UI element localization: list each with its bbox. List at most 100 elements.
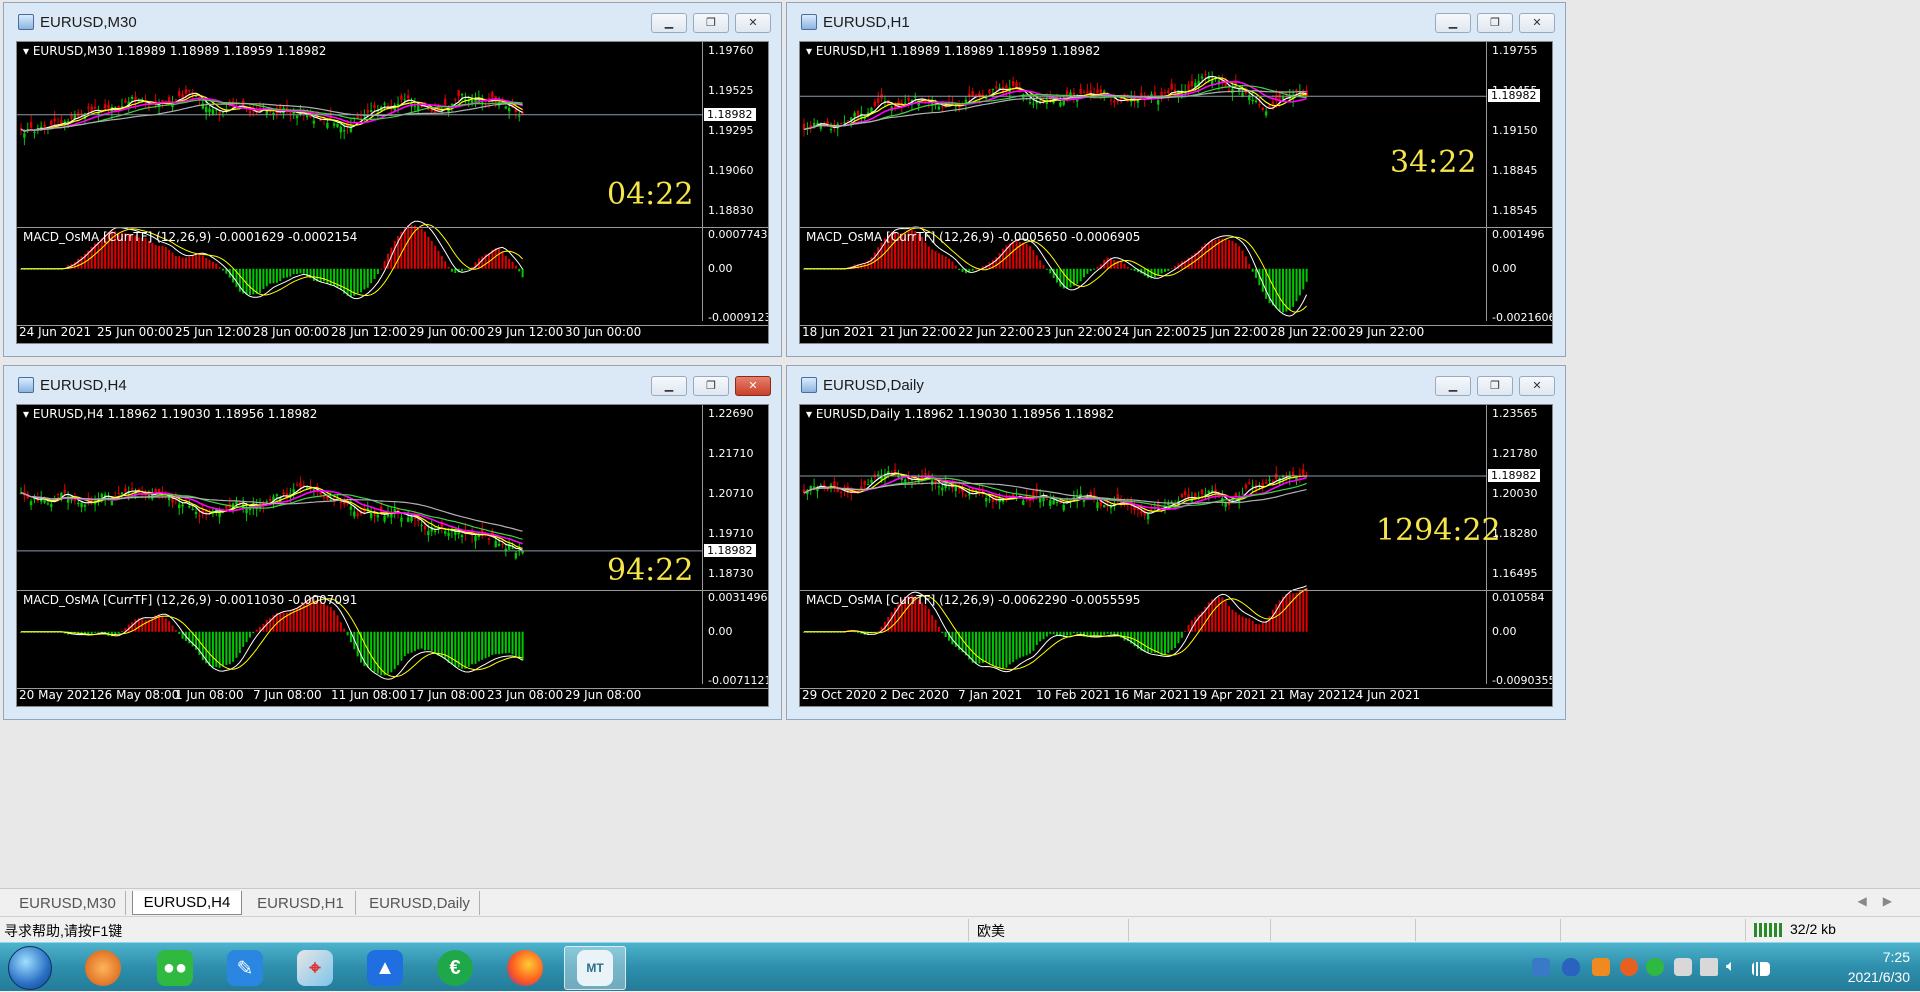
time-tick-label: 28 Jun 22:00 <box>1270 325 1347 339</box>
taskbar-clock[interactable]: 7:25 2021/6/30 <box>1848 947 1910 987</box>
chart-window-d1[interactable]: EURUSD,Daily ▁ ❐ ✕ ▾ EURUSD,Daily 1.1896… <box>786 365 1566 720</box>
chart-window-m30[interactable]: EURUSD,M30 ▁ ❐ ✕ ▾ EURUSD,M30 1.18989 1.… <box>3 2 782 357</box>
maximize-button[interactable]: ❐ <box>1477 13 1513 33</box>
osma-histogram-bar <box>279 268 282 282</box>
candle-body <box>369 512 373 518</box>
taskbar-app-lark[interactable]: ▲ <box>354 946 416 990</box>
candle-body <box>56 493 60 495</box>
candle-body <box>1011 81 1015 86</box>
osma-histogram-bar <box>1042 265 1045 269</box>
tray-network-icon-2[interactable] <box>1700 958 1718 976</box>
window-titlebar[interactable]: EURUSD,M30 ▁ ❐ ✕ <box>4 3 781 41</box>
time-scale[interactable]: 29 Oct 2020 2 Dec 2020 7 Jan 2021 10 Feb 20… <box>800 684 1482 706</box>
time-scale[interactable]: 18 Jun 2021 21 Jun 22:00 22 Jun 22:00 23 Ju… <box>800 321 1482 343</box>
taskbar-app-firefox[interactable] <box>494 946 556 990</box>
time-scale[interactable]: 20 May 2021 26 May 08:00 1 Jun 08:00 7 Jun … <box>17 684 698 706</box>
tray-app-icon[interactable] <box>1592 958 1610 976</box>
osma-histogram-bar <box>329 268 332 286</box>
time-tick-label: 24 Jun 2021 <box>19 325 92 339</box>
candle-body <box>194 511 198 514</box>
price-tick-label: 1.23565 <box>1492 407 1538 420</box>
pane-divider[interactable] <box>800 227 1552 228</box>
indicator-scale[interactable]: 0.0007743 0.00 -0.0009123 <box>698 228 768 325</box>
candle-body <box>1032 103 1035 105</box>
osma-histogram-bar <box>417 227 420 269</box>
chart-area[interactable]: ▾ EURUSD,H4 1.18962 1.19030 1.18956 1.18… <box>16 404 769 707</box>
minimize-button[interactable]: ▁ <box>651 376 687 396</box>
tab-eurusd-h1[interactable]: EURUSD,H1 <box>246 891 356 915</box>
minimize-button[interactable]: ▁ <box>651 13 687 33</box>
chart-window-h1[interactable]: EURUSD,H1 ▁ ❐ ✕ ▾ EURUSD,H1 1.18989 1.18… <box>786 2 1566 357</box>
taskbar-app-metatrader[interactable]: MT <box>564 946 626 990</box>
indicator-scale[interactable]: 0.010584 0.00 -0.0090355 <box>1482 591 1552 688</box>
candle-body <box>130 96 134 99</box>
maximize-button[interactable]: ❐ <box>693 13 729 33</box>
indicator-scale[interactable]: 0.0031496 0.00 -0.0071121 <box>698 591 768 688</box>
close-button[interactable]: ✕ <box>735 13 771 33</box>
start-button[interactable] <box>8 946 52 990</box>
tray-orange-icon[interactable] <box>1620 958 1638 976</box>
current-price-label: 1.18982 <box>704 107 756 121</box>
minimize-button[interactable]: ▁ <box>1435 376 1471 396</box>
osma-histogram-bar <box>188 256 191 269</box>
tray-wechat-icon[interactable] <box>1646 958 1664 976</box>
osma-histogram-bar <box>376 268 379 274</box>
taskbar-app-wechat[interactable]: ●● <box>144 946 206 990</box>
taskbar-app-browser[interactable] <box>72 946 134 990</box>
price-scale[interactable]: 1.23565 1.21780 1.20030 1.18280 1.16495 1.189… <box>1482 405 1552 590</box>
osma-histogram-bar <box>1103 631 1106 636</box>
window-titlebar[interactable]: EURUSD,H4 ▁ ❐ ✕ <box>4 366 781 404</box>
tab-scroll-arrows[interactable]: ◀▶ <box>1858 894 1908 908</box>
osma-histogram-bar <box>518 631 521 659</box>
osma-histogram-bar <box>1093 268 1096 270</box>
minimize-button[interactable]: ▁ <box>1435 13 1471 33</box>
pane-divider[interactable] <box>17 227 768 228</box>
osma-histogram-bar <box>1244 617 1247 632</box>
pane-divider[interactable] <box>800 590 1552 591</box>
osma-histogram-bar <box>1123 263 1126 269</box>
osma-histogram-bar <box>971 268 974 271</box>
chart-area[interactable]: ▾ EURUSD,M30 1.18989 1.18989 1.18959 1.1… <box>16 41 769 344</box>
taskbar-app-editor[interactable]: ✎ <box>214 946 276 990</box>
osma-histogram-bar <box>413 631 416 652</box>
price-scale[interactable]: 1.197551.194551.191501.188451.185451.189… <box>1482 42 1552 227</box>
tab-eurusd-daily[interactable]: EURUSD,Daily <box>360 891 480 915</box>
chart-window-h4[interactable]: EURUSD,H4 ▁ ❐ ✕ ▾ EURUSD,H4 1.18962 1.19… <box>3 365 782 720</box>
price-scale[interactable]: 1.19760 1.19525 1.19295 1.19060 1.18830 1.189… <box>698 42 768 227</box>
tab-eurusd-h4[interactable]: EURUSD,H4 <box>132 891 242 915</box>
close-button[interactable]: ✕ <box>1519 13 1555 33</box>
candle-body <box>1086 91 1089 94</box>
volume-icon[interactable]: 🔈︎ <box>1726 958 1744 976</box>
window-titlebar[interactable]: EURUSD,Daily ▁ ❐ ✕ <box>787 366 1565 404</box>
maximize-button[interactable]: ❐ <box>693 376 729 396</box>
window-titlebar[interactable]: EURUSD,H1 ▁ ❐ ✕ <box>787 3 1565 41</box>
time-tick-label: 1 Jun 08:00 <box>175 688 244 702</box>
tray-shield-icon[interactable] <box>1562 958 1580 976</box>
moving-average-line <box>803 85 1307 130</box>
maximize-button[interactable]: ❐ <box>1477 376 1513 396</box>
tab-eurusd-m30[interactable]: EURUSD,M30 <box>10 891 126 915</box>
taskbar-app-maps[interactable]: ⌖ <box>284 946 346 990</box>
osma-histogram-bar <box>269 268 272 284</box>
candle-body <box>914 96 917 98</box>
osma-histogram-bar <box>174 630 177 632</box>
candle-body <box>1015 82 1018 88</box>
close-button[interactable]: ✕ <box>1519 376 1555 396</box>
close-button[interactable]: ✕ <box>735 376 771 396</box>
osma-histogram-bar <box>501 631 504 654</box>
taskbar-app-green[interactable]: € <box>424 946 486 990</box>
candle-body <box>829 484 833 486</box>
indicator-scale[interactable]: 0.001496 0.00 -0.0021606 <box>1482 228 1552 325</box>
tray-usb-icon[interactable] <box>1532 958 1550 976</box>
chart-area[interactable]: ▾ EURUSD,Daily 1.18962 1.19030 1.18956 1… <box>799 404 1553 707</box>
osma-histogram-bar <box>1143 631 1146 652</box>
candle-body <box>406 95 410 99</box>
chart-area[interactable]: ▾ EURUSD,H1 1.18989 1.18989 1.18959 1.18… <box>799 41 1553 344</box>
pane-divider[interactable] <box>17 590 768 591</box>
price-scale[interactable]: 1.22690 1.21710 1.20710 1.19710 1.18730 1.189… <box>698 405 768 590</box>
signal-icon[interactable] <box>1752 962 1770 976</box>
tray-network-icon[interactable] <box>1674 958 1692 976</box>
osma-histogram-bar <box>90 631 93 635</box>
osma-histogram-bar <box>1005 631 1008 668</box>
time-scale[interactable]: 24 Jun 2021 25 Jun 00:00 25 Jun 12:00 28 Ju… <box>17 321 698 343</box>
